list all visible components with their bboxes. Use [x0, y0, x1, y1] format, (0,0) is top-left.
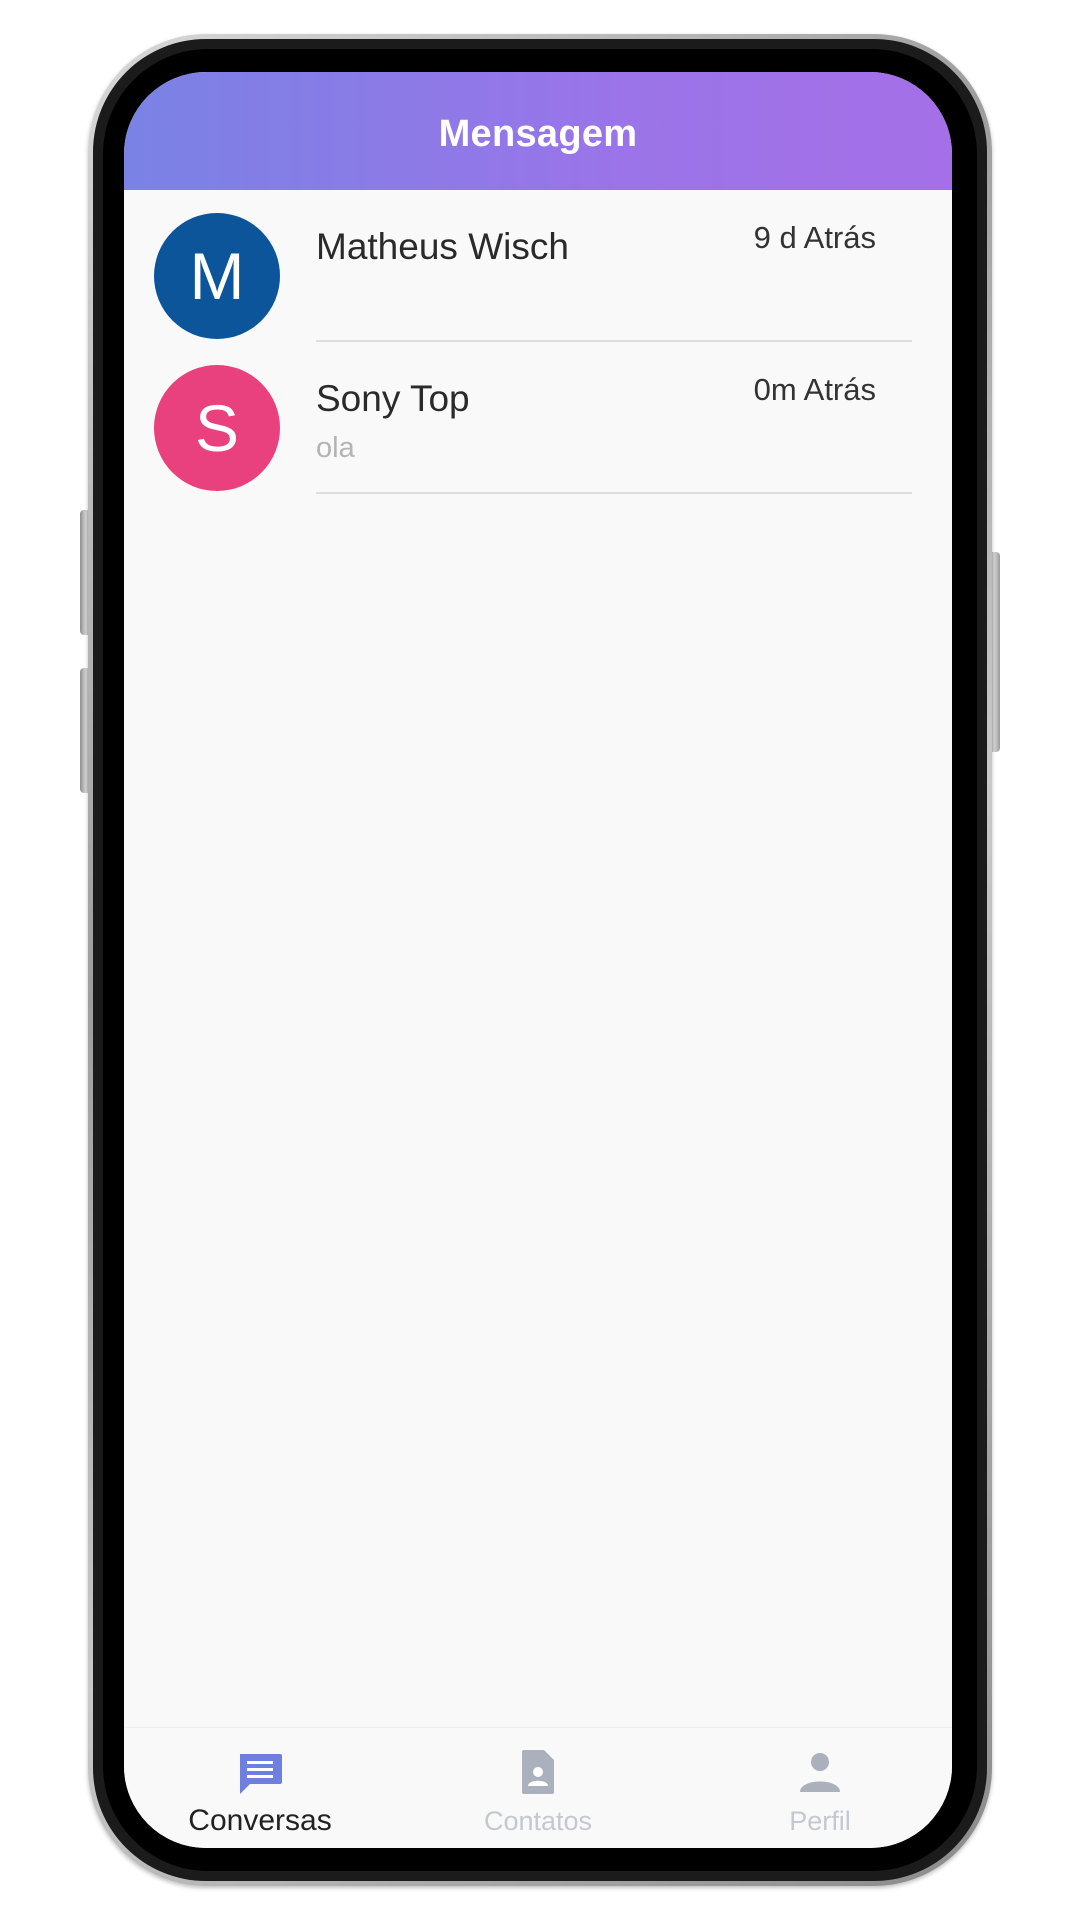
tab-perfil[interactable]: Perfil [720, 1728, 920, 1848]
contact-card-icon [514, 1748, 562, 1796]
tab-label: Contatos [483, 1806, 593, 1836]
page-title: Mensagem [438, 112, 638, 155]
message-time: 0m Atrás [753, 372, 876, 407]
app-header: Mensagem [124, 72, 952, 190]
avatar: M [154, 213, 280, 339]
avatar: S [154, 365, 280, 491]
avatar-letter: S [194, 391, 240, 465]
conversation-item[interactable]: S Sony Top 0m Atrás ola [124, 342, 952, 494]
contact-name: Matheus Wisch [316, 226, 569, 267]
device-mockup: Mensagem M Matheus Wisch 9 d Atrás S Son… [0, 0, 1080, 1920]
tab-label: Perfil [789, 1806, 851, 1836]
chat-icon [236, 1748, 284, 1796]
divider [316, 492, 912, 494]
app-screen: Mensagem M Matheus Wisch 9 d Atrás S Son… [124, 72, 952, 1848]
avatar-letter: M [189, 239, 245, 313]
conversation-list: M Matheus Wisch 9 d Atrás S Sony Top 0m … [124, 190, 952, 494]
tab-label: Conversas [188, 1804, 332, 1837]
message-preview: ola [316, 432, 355, 464]
contact-name: Sony Top [316, 378, 470, 419]
tab-conversas[interactable]: Conversas [160, 1728, 360, 1848]
conversation-item[interactable]: M Matheus Wisch 9 d Atrás [124, 190, 952, 342]
bottom-tab-bar: Conversas Contatos Perfil [124, 1727, 952, 1848]
person-icon [796, 1748, 844, 1796]
tab-contatos[interactable]: Contatos [438, 1728, 638, 1848]
message-time: 9 d Atrás [753, 220, 876, 255]
